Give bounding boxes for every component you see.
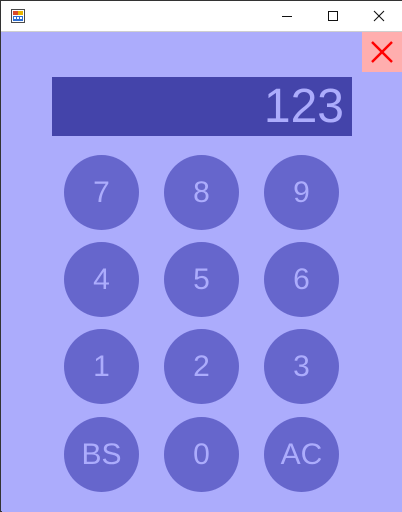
window-close-button[interactable] <box>356 1 402 31</box>
key-5[interactable]: 5 <box>164 242 239 317</box>
key-9[interactable]: 9 <box>264 155 339 230</box>
key-6[interactable]: 6 <box>264 242 339 317</box>
key-7[interactable]: 7 <box>64 155 139 230</box>
app-icon[interactable] <box>11 9 25 23</box>
key-1[interactable]: 1 <box>64 329 139 404</box>
minimize-icon <box>282 16 292 17</box>
key-3[interactable]: 3 <box>264 329 339 404</box>
app-close-button[interactable] <box>362 32 402 72</box>
maximize-button[interactable] <box>310 1 356 31</box>
maximize-icon <box>328 11 338 21</box>
close-x-icon <box>371 41 393 63</box>
key-8[interactable]: 8 <box>164 155 239 230</box>
backspace-button[interactable]: BS <box>64 417 139 492</box>
title-bar[interactable] <box>1 1 402 32</box>
minimize-button[interactable] <box>264 1 310 31</box>
value-display: 123 <box>52 77 352 136</box>
key-4[interactable]: 4 <box>64 242 139 317</box>
all-clear-button[interactable]: AC <box>264 417 339 492</box>
app-window: 123 7 8 9 4 5 6 1 2 3 BS 0 AC <box>0 0 402 512</box>
key-2[interactable]: 2 <box>164 329 239 404</box>
key-0[interactable]: 0 <box>164 417 239 492</box>
close-icon <box>373 10 385 22</box>
calculator-panel: 123 7 8 9 4 5 6 1 2 3 BS 0 AC <box>2 32 402 512</box>
